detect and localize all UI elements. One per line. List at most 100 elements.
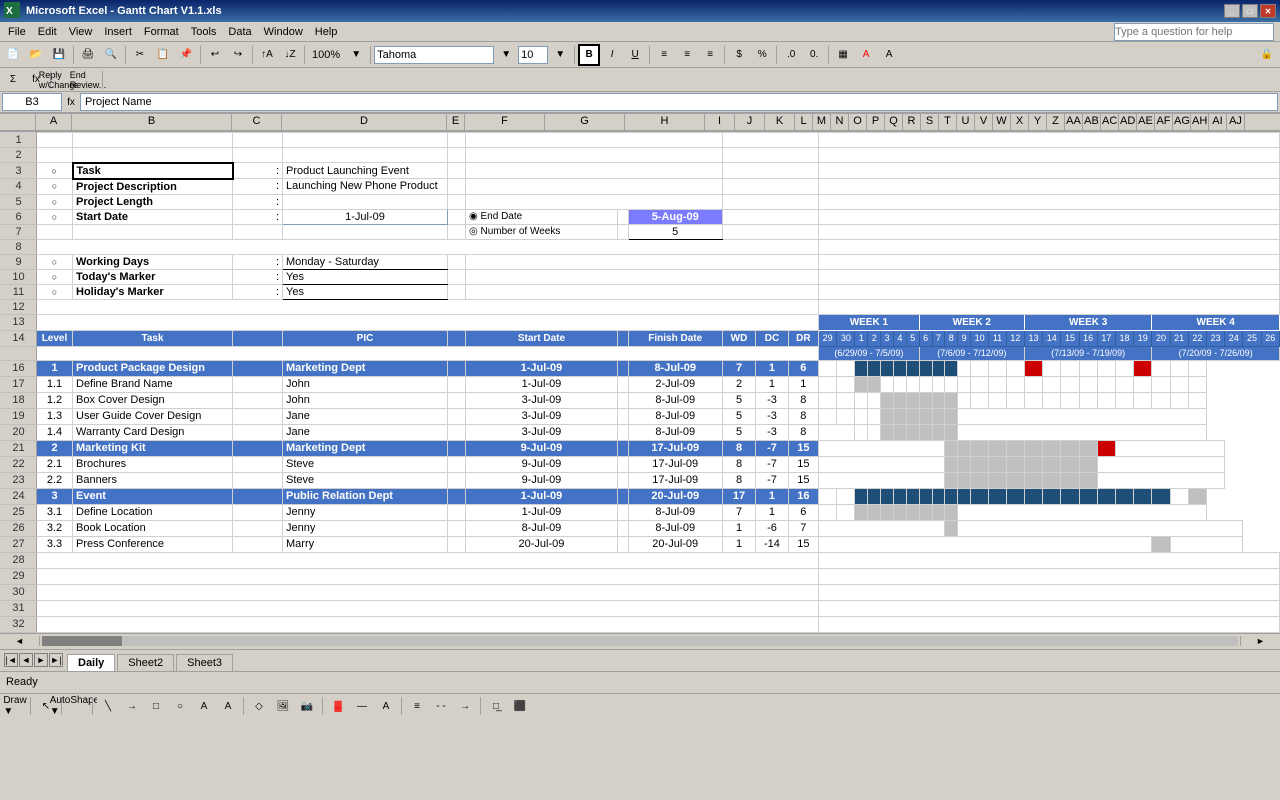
- scroll-left-btn[interactable]: ◄: [0, 636, 40, 646]
- print-preview-button[interactable]: 🔍: [100, 44, 122, 66]
- col-ai-header[interactable]: AI: [1209, 114, 1227, 130]
- dash-style-btn[interactable]: - -: [430, 695, 452, 717]
- cell-dc26[interactable]: -6: [756, 520, 788, 536]
- menu-window[interactable]: Window: [258, 24, 309, 40]
- cell-f10[interactable]: [466, 269, 819, 284]
- col-b-header[interactable]: B: [72, 114, 232, 130]
- cell-finish22[interactable]: 17-Jul-09: [628, 456, 722, 472]
- italic-button[interactable]: I: [601, 44, 623, 66]
- cell-task27[interactable]: Press Conference: [73, 536, 233, 552]
- fontsize-dropdown[interactable]: ▼: [549, 44, 571, 66]
- bold-button[interactable]: B: [578, 44, 600, 66]
- new-button[interactable]: 📄: [2, 44, 24, 66]
- col-wd-header[interactable]: I: [705, 114, 735, 130]
- col-p-header[interactable]: P: [867, 114, 885, 130]
- percent-button[interactable]: %: [751, 44, 773, 66]
- cell-task21[interactable]: Marketing Kit: [73, 440, 233, 456]
- align-center[interactable]: ≡: [676, 44, 698, 66]
- scroll-right-btn[interactable]: ►: [1240, 636, 1280, 646]
- cell-task16[interactable]: Product Package Design: [73, 360, 233, 376]
- col-q-header[interactable]: Q: [885, 114, 903, 130]
- cell-wd17[interactable]: 2: [722, 376, 756, 392]
- cell-c7[interactable]: [233, 224, 283, 239]
- cell-f2[interactable]: [466, 148, 723, 163]
- cell-c19[interactable]: [233, 408, 283, 424]
- col-ab-header[interactable]: AB: [1083, 114, 1101, 130]
- zoom-dropdown[interactable]: ▼: [345, 44, 367, 66]
- cell-gantt1[interactable]: [819, 133, 1280, 148]
- cell-pic18[interactable]: John: [283, 392, 448, 408]
- scroll-track[interactable]: [42, 636, 1238, 646]
- formula-input[interactable]: Project Name: [80, 93, 1278, 111]
- cell-finish18[interactable]: 8-Jul-09: [628, 392, 722, 408]
- rectangle-tool[interactable]: □: [145, 695, 167, 717]
- cell-c11[interactable]: :: [233, 284, 283, 299]
- cell-e2[interactable]: [448, 148, 466, 163]
- col-ae-header[interactable]: AE: [1137, 114, 1155, 130]
- cell-level24[interactable]: 3: [37, 488, 73, 504]
- cell-e9[interactable]: [448, 254, 466, 269]
- cell-start16[interactable]: 1-Jul-09: [466, 360, 618, 376]
- cell-level16[interactable]: 1: [37, 360, 73, 376]
- cell-start19[interactable]: 3-Jul-09: [466, 408, 618, 424]
- cell-level26[interactable]: 3.2: [37, 520, 73, 536]
- help-search-input[interactable]: [1114, 23, 1274, 41]
- cell-level21[interactable]: 2: [37, 440, 73, 456]
- cell-d2[interactable]: [283, 148, 448, 163]
- cell-dc19[interactable]: -3: [756, 408, 788, 424]
- cell-finish25[interactable]: 8-Jul-09: [628, 504, 722, 520]
- cell-dc25[interactable]: 1: [756, 504, 788, 520]
- col-dr-header[interactable]: K: [765, 114, 795, 130]
- cell-dr20[interactable]: 8: [788, 424, 818, 440]
- menu-format[interactable]: Format: [138, 24, 185, 40]
- cell-f5[interactable]: [466, 194, 723, 209]
- cell-dc24[interactable]: 1: [756, 488, 788, 504]
- menu-edit[interactable]: Edit: [32, 24, 63, 40]
- cell-d6-startdate[interactable]: 1-Jul-09: [283, 209, 448, 224]
- cell-g16[interactable]: [617, 360, 628, 376]
- menu-data[interactable]: Data: [222, 24, 257, 40]
- cell-c20[interactable]: [233, 424, 283, 440]
- shadow-btn[interactable]: □̲: [485, 695, 507, 717]
- cell-c21[interactable]: [233, 440, 283, 456]
- fontsize-input[interactable]: [518, 46, 548, 64]
- cell-d5[interactable]: [283, 194, 448, 209]
- cell-gantt9[interactable]: [819, 254, 1280, 269]
- 3d-btn[interactable]: ⬛: [509, 695, 531, 717]
- cell-b2[interactable]: [73, 148, 233, 163]
- cell-wd27[interactable]: 1: [722, 536, 756, 552]
- cell-g23[interactable]: [617, 472, 628, 488]
- horizontal-scrollbar[interactable]: ◄ ►: [0, 633, 1280, 649]
- cell-c17[interactable]: [233, 376, 283, 392]
- sort-asc-button[interactable]: ↑A: [256, 44, 278, 66]
- col-h-header[interactable]: H: [625, 114, 705, 130]
- cell-e23[interactable]: [448, 472, 466, 488]
- cell-e19[interactable]: [448, 408, 466, 424]
- oval-tool[interactable]: ○: [169, 695, 191, 717]
- col-w-header[interactable]: W: [993, 114, 1011, 130]
- cell-e3[interactable]: [448, 163, 466, 179]
- cell-row32[interactable]: [37, 616, 819, 632]
- cell-wd25[interactable]: 7: [722, 504, 756, 520]
- autoshapes-btn[interactable]: AutoShapes ▼: [66, 695, 88, 717]
- col-dc-header[interactable]: J: [735, 114, 765, 130]
- cell-c25[interactable]: [233, 504, 283, 520]
- cell-pic20[interactable]: Jane: [283, 424, 448, 440]
- currency-button[interactable]: $: [728, 44, 750, 66]
- col-m-header[interactable]: M: [813, 114, 831, 130]
- cell-d9[interactable]: Monday - Saturday: [283, 254, 448, 269]
- cell-dc20[interactable]: -3: [756, 424, 788, 440]
- cell-e24[interactable]: [448, 488, 466, 504]
- col-d-header[interactable]: D: [282, 114, 447, 130]
- cell-e20[interactable]: [448, 424, 466, 440]
- col-g-header[interactable]: G: [545, 114, 625, 130]
- cell-a1[interactable]: [37, 133, 73, 148]
- col-u-header[interactable]: U: [957, 114, 975, 130]
- cell-task19[interactable]: User Guide Cover Design: [73, 408, 233, 424]
- cell-finish23[interactable]: 17-Jul-09: [628, 472, 722, 488]
- cell-finish20[interactable]: 8-Jul-09: [628, 424, 722, 440]
- border-button[interactable]: ▦: [832, 44, 854, 66]
- cell-e27[interactable]: [448, 536, 466, 552]
- cell-c1[interactable]: [233, 133, 283, 148]
- cell-start27[interactable]: 20-Jul-09: [466, 536, 618, 552]
